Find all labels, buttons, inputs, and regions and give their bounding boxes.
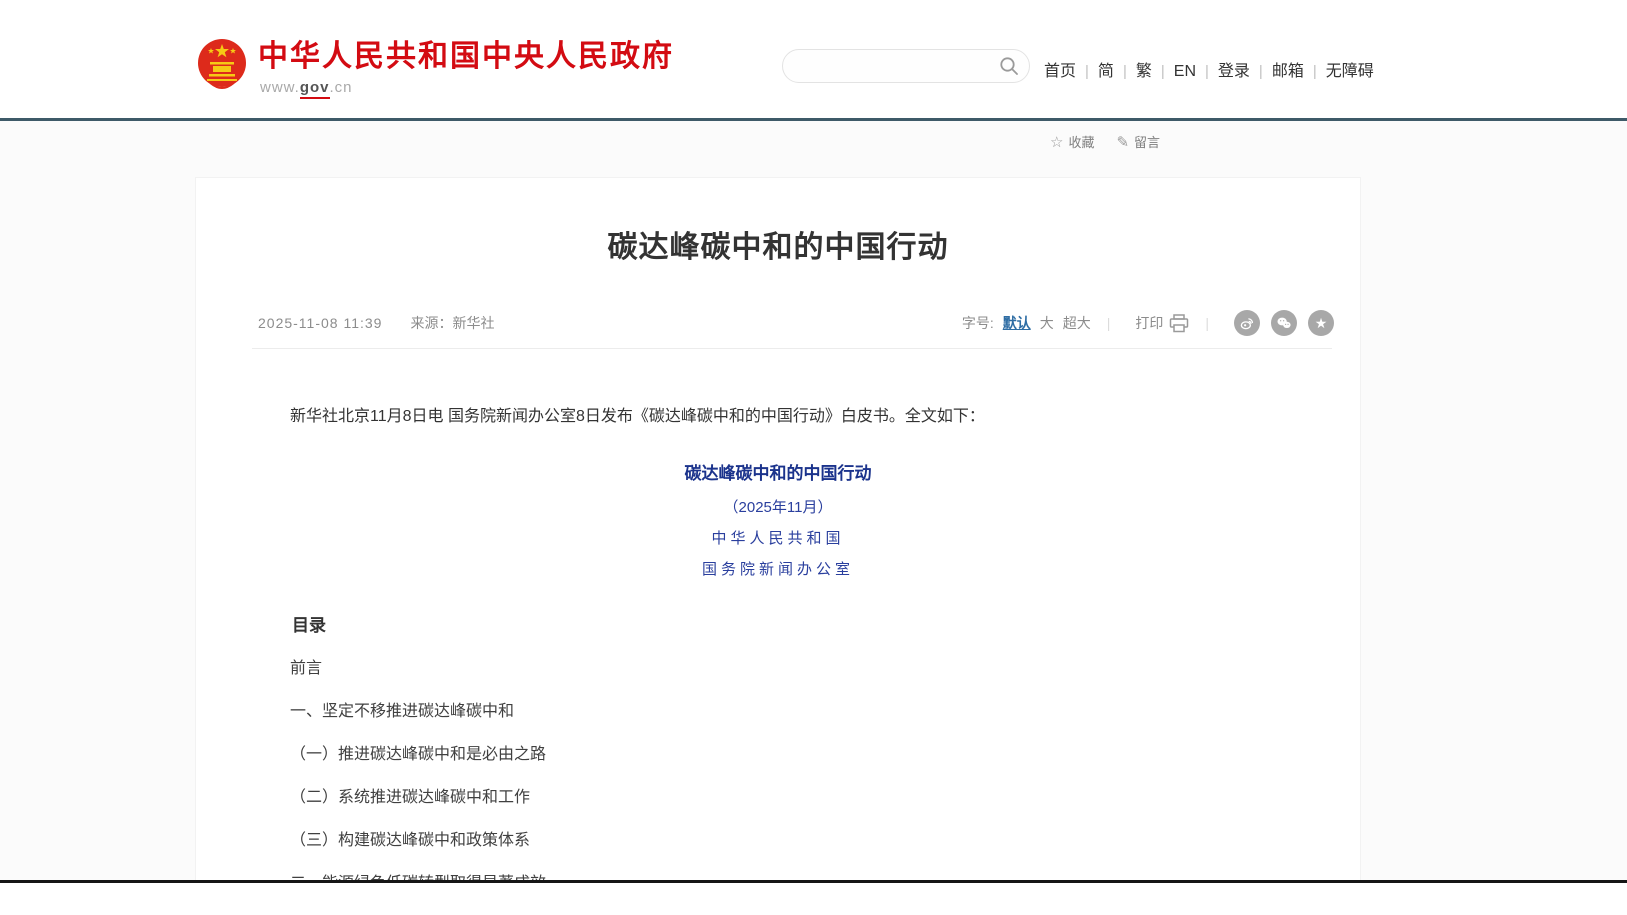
article-meta-row: 2025-11-08 11:39 来源： 新华社 字号: 默认 大 超大 | 打… [196,310,1360,336]
article-card: 碳达峰碳中和的中国行动 2025-11-08 11:39 来源： 新华社 字号:… [196,178,1360,880]
bottom-white-strip [0,883,1627,915]
nav-simplified-chinese[interactable]: 简 [1098,63,1114,80]
weibo-icon [1238,314,1256,332]
wechat-share-button[interactable] [1271,310,1297,336]
toc-item: 前言 [258,658,1298,679]
search-input[interactable] [799,58,999,74]
favorite-action[interactable]: ☆ 收藏 [1050,132,1094,151]
site-brand[interactable]: 中华人民共和国中央人民政府 www.gov.cn [196,36,674,96]
nav-separator: | [1259,63,1263,80]
nav-home[interactable]: 首页 [1044,63,1076,80]
meta-divider: | [1107,313,1111,333]
font-size-large-button[interactable]: 大 [1040,313,1054,333]
nav-separator: | [1313,63,1317,80]
article-title: 碳达峰碳中和的中国行动 [196,222,1360,266]
source-value[interactable]: 新华社 [452,313,494,333]
search-icon[interactable] [999,56,1019,76]
document-title: 碳达峰碳中和的中国行动 [258,459,1298,484]
nav-separator: | [1205,63,1209,80]
source-label: 来源： [410,313,452,333]
font-size-label: 字号: [962,313,994,333]
nav-traditional-chinese[interactable]: 繁 [1136,63,1152,80]
publish-date: 2025-11-08 11:39 [258,313,382,333]
print-button[interactable]: 打印 [1135,313,1189,333]
national-emblem-icon [196,36,248,96]
brand-text: 中华人民共和国中央人民政府 www.gov.cn [258,36,674,96]
top-nav: 首页 | 简 | 繁 | EN | 登录 | 邮箱 | 无障碍 [1044,57,1374,81]
toc-item: 二、能源绿色低碳转型取得显著成效 [258,873,1298,880]
toc-item: （三）构建碳达峰碳中和政策体系 [258,830,1298,851]
lead-paragraph: 新华社北京11月8日电 国务院新闻办公室8日发布《碳达峰碳中和的中国行动》白皮书… [258,405,1298,429]
site-header: 中华人民共和国中央人民政府 www.gov.cn 首页 | 简 | 繁 | EN | 登录 | 邮箱… [0,0,1627,118]
weibo-share-button[interactable] [1234,310,1260,336]
site-title: 中华人民共和国中央人民政府 [258,40,674,73]
nav-separator: | [1161,63,1165,80]
url-cn: .cn [330,79,353,96]
toc-item: 一、坚定不移推进碳达峰碳中和 [258,701,1298,722]
font-size-default-button[interactable]: 默认 [1003,313,1031,333]
star-outline-icon: ☆ [1050,133,1063,151]
print-label: 打印 [1135,313,1163,333]
content-zone: ☆ 收藏 ✎ 留言 碳达峰碳中和的中国行动 2025-11-08 11:39 来… [0,121,1627,880]
contents-heading: 目录 [258,611,1298,636]
meta-left: 2025-11-08 11:39 来源： 新华社 [258,313,494,333]
document-date: （2025年11月） [258,496,1298,517]
nav-english[interactable]: EN [1174,63,1196,80]
meta-right: 字号: 默认 大 超大 | 打印 | [953,310,1334,336]
toc-item: （一）推进碳达峰碳中和是必由之路 [258,744,1298,765]
font-size-xlarge-button[interactable]: 超大 [1063,313,1091,333]
nav-accessibility[interactable]: 无障碍 [1326,63,1374,80]
comment-action[interactable]: ✎ 留言 [1116,132,1160,151]
nav-separator: | [1123,63,1127,80]
article-body: 新华社北京11月8日电 国务院新闻办公室8日发布《碳达峰碳中和的中国行动》白皮书… [196,405,1360,880]
nav-separator: | [1085,63,1089,80]
meta-rule [252,348,1332,349]
favorite-share-button[interactable]: ★ [1308,310,1334,336]
favorite-label: 收藏 [1068,132,1094,151]
document-author-line2: 国务院新闻办公室 [258,558,1298,579]
printer-icon [1169,314,1189,333]
pen-icon: ✎ [1116,133,1129,151]
search-box[interactable] [782,49,1030,83]
nav-mail[interactable]: 邮箱 [1272,63,1304,80]
wechat-icon [1275,314,1293,332]
site-url: www.gov.cn [260,79,674,96]
star-icon: ★ [1315,316,1328,330]
page-action-row: ☆ 收藏 ✎ 留言 [1050,132,1182,151]
document-author-line1: 中华人民共和国 [258,527,1298,548]
url-gov: gov [300,79,330,99]
toc-item: （二）系统推进碳达峰碳中和工作 [258,787,1298,808]
nav-login[interactable]: 登录 [1218,63,1250,80]
url-www: www. [260,79,300,96]
meta-divider: | [1205,313,1209,333]
comment-label: 留言 [1134,132,1160,151]
